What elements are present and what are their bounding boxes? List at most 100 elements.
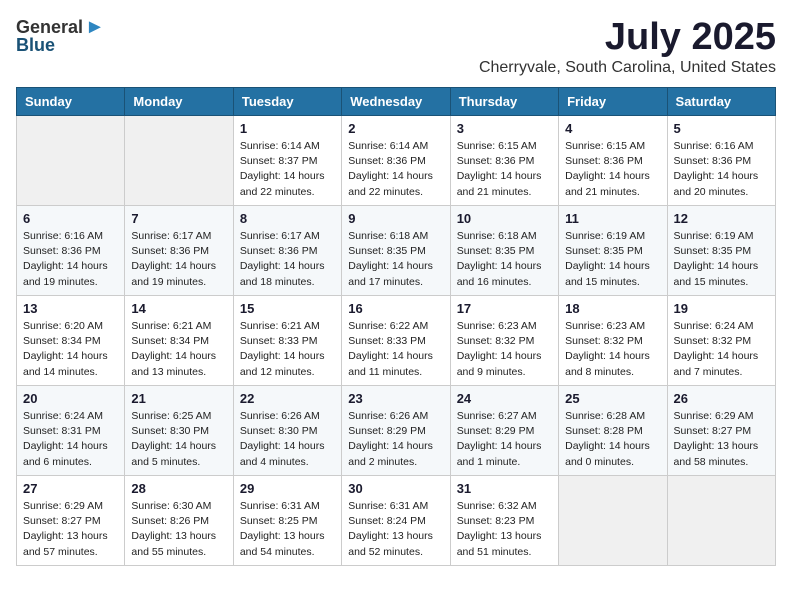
day-number: 29: [240, 481, 335, 496]
day-info: Sunrise: 6:21 AM Sunset: 8:33 PM Dayligh…: [240, 319, 335, 380]
day-number: 12: [674, 211, 769, 226]
week-row-2: 6 Sunrise: 6:16 AM Sunset: 8:36 PM Daylig…: [17, 206, 776, 296]
day-info: Sunrise: 6:16 AM Sunset: 8:36 PM Dayligh…: [674, 139, 769, 200]
day-info: Sunrise: 6:19 AM Sunset: 8:35 PM Dayligh…: [565, 229, 660, 290]
day-info: Sunrise: 6:28 AM Sunset: 8:28 PM Dayligh…: [565, 409, 660, 470]
calendar-cell: 26Sunrise: 6:29 AM Sunset: 8:27 PM Dayli…: [667, 386, 775, 476]
calendar-cell: 5 Sunrise: 6:16 AM Sunset: 8:36 PM Daylig…: [667, 116, 775, 206]
col-header-sunday: Sunday: [17, 88, 125, 116]
day-info: Sunrise: 6:21 AM Sunset: 8:34 PM Dayligh…: [131, 319, 226, 380]
day-number: 13: [23, 301, 118, 316]
day-number: 1: [240, 121, 335, 136]
day-number: 16: [348, 301, 443, 316]
calendar-cell: 2Sunrise: 6:14 AM Sunset: 8:36 PM Daylig…: [342, 116, 450, 206]
day-number: 10: [457, 211, 552, 226]
day-info: Sunrise: 6:25 AM Sunset: 8:30 PM Dayligh…: [131, 409, 226, 470]
day-number: 25: [565, 391, 660, 406]
calendar-cell: [125, 116, 233, 206]
day-number: 24: [457, 391, 552, 406]
calendar-cell: 7 Sunrise: 6:17 AM Sunset: 8:36 PM Daylig…: [125, 206, 233, 296]
day-info: Sunrise: 6:31 AM Sunset: 8:24 PM Dayligh…: [348, 499, 443, 560]
calendar-cell: 22 Sunrise: 6:26 AM Sunset: 8:30 PM Dayli…: [233, 386, 341, 476]
calendar-cell: [559, 476, 667, 566]
calendar-cell: 1 Sunrise: 6:14 AM Sunset: 8:37 PM Daylig…: [233, 116, 341, 206]
calendar-cell: 16Sunrise: 6:22 AM Sunset: 8:33 PM Dayli…: [342, 296, 450, 386]
logo: General ► Blue: [16, 16, 105, 56]
day-number: 17: [457, 301, 552, 316]
calendar-cell: 24 Sunrise: 6:27 AM Sunset: 8:29 PM Dayli…: [450, 386, 558, 476]
calendar-cell: 15 Sunrise: 6:21 AM Sunset: 8:33 PM Dayli…: [233, 296, 341, 386]
day-number: 5: [674, 121, 769, 136]
day-info: Sunrise: 6:18 AM Sunset: 8:35 PM Dayligh…: [457, 229, 552, 290]
calendar-cell: 17 Sunrise: 6:23 AM Sunset: 8:32 PM Dayli…: [450, 296, 558, 386]
calendar-cell: 10 Sunrise: 6:18 AM Sunset: 8:35 PM Dayli…: [450, 206, 558, 296]
day-number: 2: [348, 121, 443, 136]
week-row-4: 20 Sunrise: 6:24 AM Sunset: 8:31 PM Dayli…: [17, 386, 776, 476]
day-number: 18: [565, 301, 660, 316]
day-info: Sunrise: 6:26 AM Sunset: 8:30 PM Dayligh…: [240, 409, 335, 470]
calendar-cell: 31 Sunrise: 6:32 AM Sunset: 8:23 PM Dayli…: [450, 476, 558, 566]
calendar-cell: 3Sunrise: 6:15 AM Sunset: 8:36 PM Daylig…: [450, 116, 558, 206]
col-header-monday: Monday: [125, 88, 233, 116]
day-number: 30: [348, 481, 443, 496]
calendar-cell: 6 Sunrise: 6:16 AM Sunset: 8:36 PM Daylig…: [17, 206, 125, 296]
day-number: 31: [457, 481, 552, 496]
day-number: 11: [565, 211, 660, 226]
page-header: General ► Blue July 2025 Cherryvale, Sou…: [16, 16, 776, 77]
day-number: 15: [240, 301, 335, 316]
day-info: Sunrise: 6:20 AM Sunset: 8:34 PM Dayligh…: [23, 319, 118, 380]
calendar-cell: 9Sunrise: 6:18 AM Sunset: 8:35 PM Daylig…: [342, 206, 450, 296]
day-info: Sunrise: 6:19 AM Sunset: 8:35 PM Dayligh…: [674, 229, 769, 290]
col-header-friday: Friday: [559, 88, 667, 116]
day-info: Sunrise: 6:31 AM Sunset: 8:25 PM Dayligh…: [240, 499, 335, 560]
day-info: Sunrise: 6:24 AM Sunset: 8:32 PM Dayligh…: [674, 319, 769, 380]
title-block: July 2025 Cherryvale, South Carolina, Un…: [479, 16, 776, 77]
day-info: Sunrise: 6:16 AM Sunset: 8:36 PM Dayligh…: [23, 229, 118, 290]
day-number: 9: [348, 211, 443, 226]
day-info: Sunrise: 6:23 AM Sunset: 8:32 PM Dayligh…: [457, 319, 552, 380]
calendar-cell: 20 Sunrise: 6:24 AM Sunset: 8:31 PM Dayli…: [17, 386, 125, 476]
calendar-cell: 28Sunrise: 6:30 AM Sunset: 8:26 PM Dayli…: [125, 476, 233, 566]
calendar-cell: [17, 116, 125, 206]
day-info: Sunrise: 6:27 AM Sunset: 8:29 PM Dayligh…: [457, 409, 552, 470]
logo-arrow-icon: ►: [85, 16, 105, 39]
day-number: 19: [674, 301, 769, 316]
calendar-cell: 25 Sunrise: 6:28 AM Sunset: 8:28 PM Dayli…: [559, 386, 667, 476]
calendar-cell: [667, 476, 775, 566]
day-info: Sunrise: 6:14 AM Sunset: 8:37 PM Dayligh…: [240, 139, 335, 200]
calendar-cell: 4Sunrise: 6:15 AM Sunset: 8:36 PM Daylig…: [559, 116, 667, 206]
location-title: Cherryvale, South Carolina, United State…: [479, 59, 776, 77]
day-info: Sunrise: 6:17 AM Sunset: 8:36 PM Dayligh…: [240, 229, 335, 290]
day-number: 28: [131, 481, 226, 496]
calendar-cell: 21 Sunrise: 6:25 AM Sunset: 8:30 PM Dayli…: [125, 386, 233, 476]
col-header-tuesday: Tuesday: [233, 88, 341, 116]
week-row-5: 27Sunrise: 6:29 AM Sunset: 8:27 PM Dayli…: [17, 476, 776, 566]
day-info: Sunrise: 6:15 AM Sunset: 8:36 PM Dayligh…: [457, 139, 552, 200]
day-number: 6: [23, 211, 118, 226]
col-header-saturday: Saturday: [667, 88, 775, 116]
day-info: Sunrise: 6:17 AM Sunset: 8:36 PM Dayligh…: [131, 229, 226, 290]
day-number: 21: [131, 391, 226, 406]
day-number: 27: [23, 481, 118, 496]
calendar-cell: 30 Sunrise: 6:31 AM Sunset: 8:24 PM Dayli…: [342, 476, 450, 566]
calendar-cell: 11 Sunrise: 6:19 AM Sunset: 8:35 PM Dayli…: [559, 206, 667, 296]
calendar-cell: 18Sunrise: 6:23 AM Sunset: 8:32 PM Dayli…: [559, 296, 667, 386]
day-number: 20: [23, 391, 118, 406]
day-info: Sunrise: 6:29 AM Sunset: 8:27 PM Dayligh…: [674, 409, 769, 470]
calendar-cell: 27Sunrise: 6:29 AM Sunset: 8:27 PM Dayli…: [17, 476, 125, 566]
day-info: Sunrise: 6:32 AM Sunset: 8:23 PM Dayligh…: [457, 499, 552, 560]
calendar-cell: 23Sunrise: 6:26 AM Sunset: 8:29 PM Dayli…: [342, 386, 450, 476]
day-info: Sunrise: 6:15 AM Sunset: 8:36 PM Dayligh…: [565, 139, 660, 200]
week-row-3: 13 Sunrise: 6:20 AM Sunset: 8:34 PM Dayli…: [17, 296, 776, 386]
col-header-wednesday: Wednesday: [342, 88, 450, 116]
week-row-1: 1 Sunrise: 6:14 AM Sunset: 8:37 PM Daylig…: [17, 116, 776, 206]
calendar-cell: 13 Sunrise: 6:20 AM Sunset: 8:34 PM Dayli…: [17, 296, 125, 386]
day-number: 22: [240, 391, 335, 406]
calendar-cell: 14 Sunrise: 6:21 AM Sunset: 8:34 PM Dayli…: [125, 296, 233, 386]
day-number: 23: [348, 391, 443, 406]
day-number: 14: [131, 301, 226, 316]
day-info: Sunrise: 6:24 AM Sunset: 8:31 PM Dayligh…: [23, 409, 118, 470]
month-title: July 2025: [479, 16, 776, 59]
logo-blue-text: Blue: [16, 35, 55, 56]
day-number: 7: [131, 211, 226, 226]
